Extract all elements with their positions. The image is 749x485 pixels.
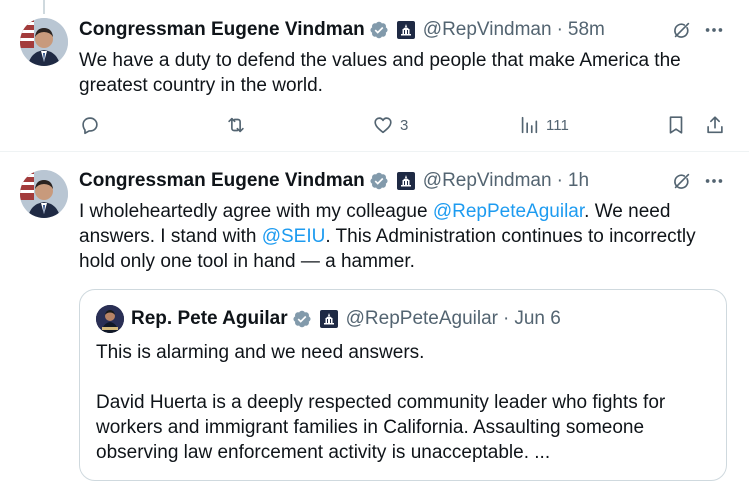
quoted-tweet-text: This is alarming and we need answers. Da… (96, 340, 716, 465)
action-bar: 3 111 (0, 110, 749, 140)
tweet-text: We have a duty to defend the values and … (79, 50, 681, 96)
tweet-header: Congressman Eugene Vindman @RepVindman ·… (79, 169, 589, 193)
tweet[interactable]: Congressman Eugene Vindman @RepVindman ·… (0, 0, 749, 152)
tweet-text: I wholeheartedly agree with my colleague… (79, 199, 729, 274)
verified-badge-icon[interactable] (369, 20, 389, 40)
separator-dot: · (556, 19, 563, 40)
capitol-affiliation-icon[interactable] (396, 21, 415, 39)
timestamp[interactable]: Jun 6 (514, 308, 560, 330)
more-icon[interactable] (703, 170, 725, 192)
avatar[interactable] (96, 305, 124, 333)
author-handle[interactable]: @RepVindman (423, 19, 552, 41)
timestamp[interactable]: 1h (568, 170, 589, 192)
verified-badge-icon[interactable] (292, 309, 312, 329)
share-icon (707, 116, 723, 134)
capitol-affiliation-icon[interactable] (396, 172, 415, 190)
grok-icon[interactable] (671, 170, 693, 192)
share-button[interactable] (704, 114, 726, 136)
author-handle[interactable]: @RepVindman (423, 170, 552, 192)
like-button[interactable]: 3 (372, 114, 408, 136)
tweet[interactable]: Congressman Eugene Vindman @RepVindman ·… (0, 152, 749, 485)
quoted-paragraph: This is alarming and we need answers. (96, 342, 425, 363)
text-segment: I wholeheartedly agree with my colleague (79, 201, 433, 222)
views-button[interactable]: 111 (518, 114, 569, 136)
more-icon[interactable] (703, 19, 725, 41)
quoted-tweet[interactable]: Rep. Pete Aguilar @RepPeteAguilar · Jun … (79, 289, 727, 481)
reply-icon (82, 117, 98, 135)
retweet-icon (228, 117, 244, 133)
avatar[interactable] (20, 170, 68, 218)
quoted-paragraph: David Huerta is a deeply respected commu… (96, 392, 666, 463)
heart-icon (374, 117, 392, 134)
author-name[interactable]: Rep. Pete Aguilar (131, 308, 288, 330)
mention-link[interactable]: @SEIU (262, 226, 326, 247)
mention-link[interactable]: @RepPeteAguilar (433, 201, 584, 222)
like-count: 3 (400, 116, 409, 134)
views-icon (521, 116, 538, 134)
grok-icon[interactable] (671, 19, 693, 41)
views-count: 111 (546, 116, 569, 134)
separator-dot: · (556, 170, 563, 191)
author-name[interactable]: Congressman Eugene Vindman (79, 170, 365, 192)
author-name[interactable]: Congressman Eugene Vindman (79, 19, 365, 41)
thread-line (43, 0, 45, 14)
quoted-tweet-header: Rep. Pete Aguilar @RepPeteAguilar · Jun … (131, 307, 561, 331)
retweet-button[interactable] (225, 114, 253, 136)
separator-dot: · (503, 308, 510, 329)
timestamp[interactable]: 58m (568, 19, 605, 41)
bookmark-icon (669, 116, 683, 134)
avatar[interactable] (20, 18, 68, 66)
verified-badge-icon[interactable] (369, 171, 389, 191)
bookmark-button[interactable] (665, 114, 687, 136)
author-handle[interactable]: @RepPeteAguilar (346, 308, 498, 330)
reply-button[interactable] (79, 114, 107, 136)
capitol-affiliation-icon[interactable] (319, 310, 338, 328)
tweet-header: Congressman Eugene Vindman @RepVindman ·… (79, 18, 605, 42)
